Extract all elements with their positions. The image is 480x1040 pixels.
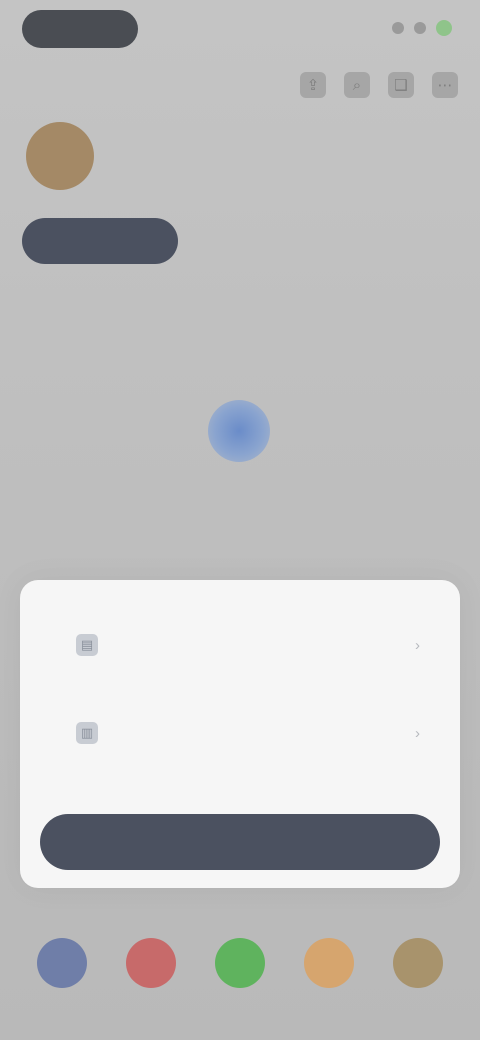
- status-time-pill: [22, 10, 138, 48]
- dock-app-four-icon[interactable]: [303, 938, 354, 988]
- dock-app-three-icon[interactable]: [214, 938, 265, 988]
- empty-state-icon: [208, 400, 270, 462]
- document-icon: ▤: [76, 634, 98, 656]
- chevron-right-icon: ›: [415, 724, 420, 742]
- folder-icon: ▥: [76, 722, 98, 744]
- primary-action-button[interactable]: [22, 218, 178, 264]
- signal-icon: [392, 22, 404, 34]
- sheet-confirm-button[interactable]: [40, 814, 440, 870]
- bottom-sheet: ▤ › ▥ ›: [20, 580, 460, 888]
- dock-app-two-icon[interactable]: [126, 938, 177, 988]
- sheet-row-two[interactable]: ▥ ›: [20, 690, 460, 776]
- chevron-right-icon: ›: [415, 636, 420, 654]
- wifi-icon: [414, 22, 426, 34]
- battery-icon: [436, 20, 452, 36]
- top-toolbar: ⇪ ⌕ ❑ ⋯: [300, 72, 458, 98]
- app-dock: [0, 926, 480, 1000]
- dock-app-five-icon[interactable]: [392, 938, 443, 988]
- bookmark-icon[interactable]: ❑: [388, 72, 414, 98]
- dock-app-one-icon[interactable]: [37, 938, 88, 988]
- sheet-row-one[interactable]: ▤ ›: [20, 602, 460, 688]
- share-icon[interactable]: ⇪: [300, 72, 326, 98]
- status-indicators: [392, 20, 452, 36]
- avatar[interactable]: [26, 122, 94, 190]
- more-icon[interactable]: ⋯: [432, 72, 458, 98]
- search-icon[interactable]: ⌕: [344, 72, 370, 98]
- app-screen: ⇪ ⌕ ❑ ⋯ ▤ › ▥ ›: [0, 0, 480, 1040]
